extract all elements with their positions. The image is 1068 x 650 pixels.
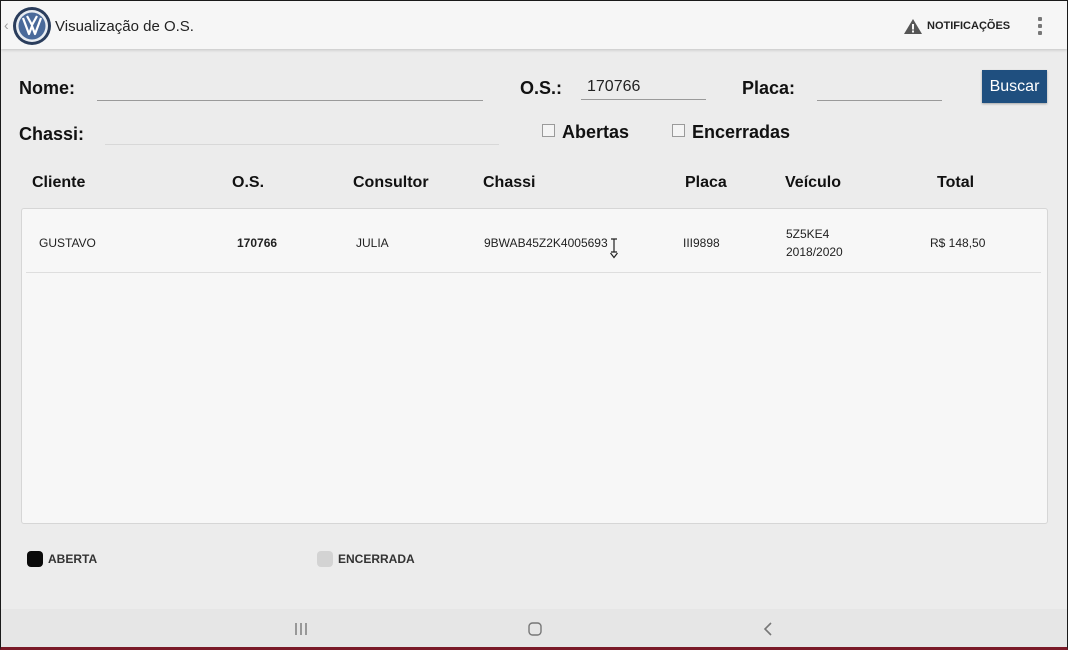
column-header-placa[interactable]: Placa — [685, 174, 727, 192]
results-table: GUSTAVO 170766 JULIA 9BWAB45Z2K4005693 I… — [21, 208, 1048, 524]
page-title: Visualização de O.S. — [55, 18, 194, 35]
notifications-label: NOTIFICAÇÕES — [927, 20, 1011, 32]
placa-input[interactable] — [817, 75, 942, 101]
aberta-legend-label: ABERTA — [48, 552, 98, 566]
nome-input[interactable] — [97, 75, 483, 101]
system-nav-bar — [1, 609, 1067, 647]
text-cursor-icon — [610, 238, 618, 259]
cell-chassi: 9BWAB45Z2K4005693 — [484, 236, 608, 250]
buscar-button[interactable]: Buscar — [982, 70, 1047, 103]
back-chevron-icon[interactable]: ‹ — [4, 17, 9, 33]
aberta-swatch — [27, 551, 43, 567]
encerradas-checkbox[interactable] — [672, 124, 685, 137]
veiculo-modelo: 5Z5KE4 — [786, 227, 830, 241]
chassi-label: Chassi: — [19, 124, 85, 144]
home-icon[interactable] — [526, 620, 544, 638]
cell-placa: III9898 — [683, 236, 720, 250]
os-label: O.S.: — [520, 78, 563, 98]
legend-aberta: ABERTA — [27, 551, 97, 567]
app-window: ‹ Visualização de O.S. NOTIFICAÇÕES Nome… — [0, 0, 1068, 650]
vw-logo-icon — [13, 7, 51, 45]
os-input[interactable] — [581, 74, 706, 100]
chassi-input[interactable] — [105, 119, 499, 145]
column-header-consultor[interactable]: Consultor — [353, 174, 429, 192]
cell-consultor: JULIA — [356, 236, 389, 250]
encerrada-swatch — [317, 551, 333, 567]
column-header-veiculo[interactable]: Veículo — [785, 174, 841, 192]
recent-apps-icon[interactable] — [293, 620, 309, 638]
abertas-filter[interactable]: Abertas — [542, 122, 629, 143]
column-header-total[interactable]: Total — [937, 174, 974, 192]
overflow-menu-icon[interactable] — [1034, 17, 1046, 35]
column-header-os[interactable]: O.S. — [232, 174, 264, 192]
app-bar: ‹ Visualização de O.S. NOTIFICAÇÕES — [1, 1, 1067, 49]
encerrada-legend-label: ENCERRADA — [338, 552, 415, 566]
column-header-cliente[interactable]: Cliente — [32, 174, 85, 192]
cell-total: R$ 148,50 — [930, 236, 986, 250]
notifications-button[interactable]: NOTIFICAÇÕES — [903, 17, 1010, 35]
nome-label: Nome: — [19, 78, 76, 98]
encerradas-filter[interactable]: Encerradas — [672, 122, 790, 143]
abertas-checkbox[interactable] — [542, 124, 555, 137]
legend-encerrada: ENCERRADA — [317, 551, 415, 567]
cell-cliente: GUSTAVO — [39, 236, 96, 250]
abertas-label: Abertas — [562, 122, 630, 142]
warning-triangle-icon — [904, 18, 922, 34]
table-row[interactable]: GUSTAVO 170766 JULIA 9BWAB45Z2K4005693 I… — [26, 209, 1041, 273]
cell-os: 170766 — [237, 236, 278, 250]
cell-veiculo: 5Z5KE4 2018/2020 — [786, 225, 843, 261]
column-header-chassi[interactable]: Chassi — [483, 174, 535, 192]
veiculo-ano: 2018/2020 — [786, 245, 843, 259]
back-icon[interactable] — [761, 620, 775, 638]
encerradas-label: Encerradas — [692, 122, 791, 142]
placa-label: Placa: — [742, 78, 796, 98]
